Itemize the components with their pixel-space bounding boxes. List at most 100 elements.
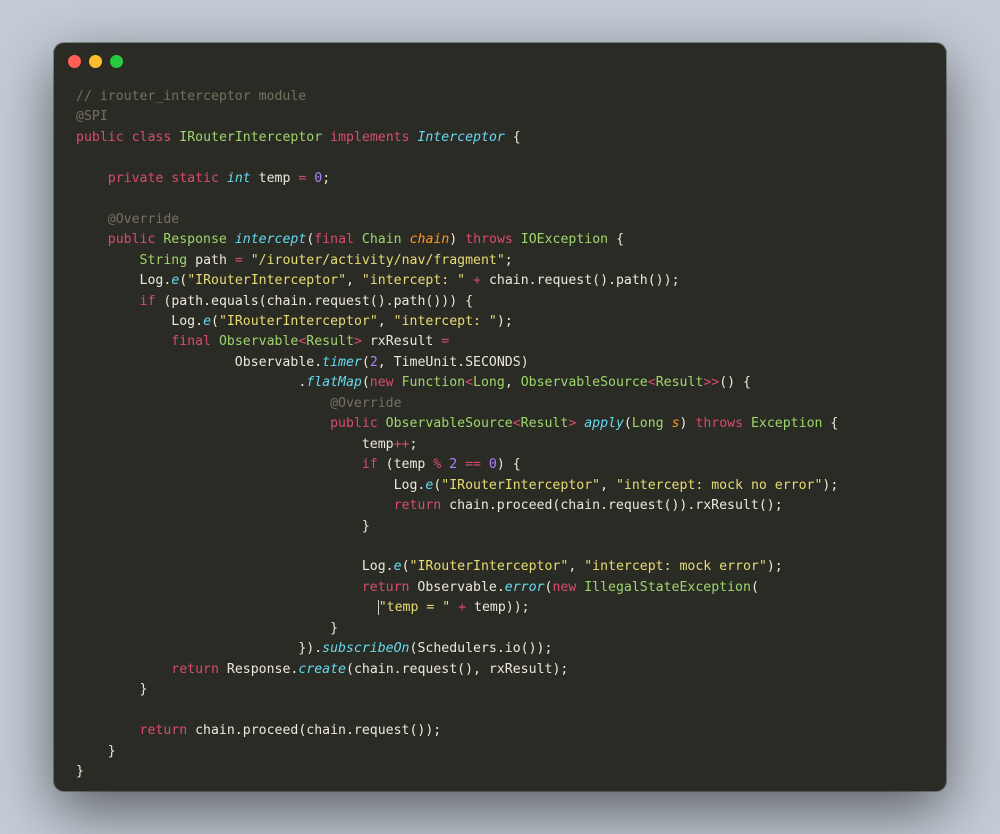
paren: ); [552, 662, 568, 677]
semi: ; [505, 253, 513, 268]
expr: chain.proceed(chain.request()); [187, 723, 441, 738]
paren: ( [362, 355, 370, 370]
brace: } [108, 744, 116, 759]
str: "/irouter/activity/nav/fragment" [251, 253, 505, 268]
str: "IRouterInterceptor" [187, 273, 346, 288]
indent [76, 273, 140, 288]
code-annotation: @SPI [76, 109, 108, 124]
fn: apply [576, 416, 624, 431]
comma: , [600, 478, 616, 493]
dot: . [386, 559, 394, 574]
obj: Log [171, 314, 195, 329]
brace: } [140, 682, 148, 697]
ptype: Chain [362, 232, 402, 247]
op: > [354, 334, 362, 349]
paren: ( [346, 662, 354, 677]
expr: temp [394, 457, 434, 472]
annot: @Override [108, 212, 179, 227]
brace: { [608, 232, 624, 247]
indent [76, 478, 394, 493]
dot: . [497, 580, 505, 595]
str: "IRouterInterceptor" [441, 478, 600, 493]
indent [76, 171, 108, 186]
iface: Interceptor [417, 130, 504, 145]
type: Observable [219, 334, 298, 349]
indent [76, 519, 362, 534]
brace: } [362, 519, 370, 534]
str: "temp = " [379, 600, 450, 615]
close-icon[interactable] [68, 55, 81, 68]
type: IOException [521, 232, 608, 247]
op: = [227, 253, 251, 268]
pname: chain [410, 232, 450, 247]
paren: ( [211, 314, 219, 329]
indent [76, 212, 108, 227]
op: = [433, 334, 449, 349]
kw: public [330, 416, 378, 431]
cls: Observable [417, 580, 496, 595]
kw: public [108, 232, 156, 247]
indent [76, 457, 362, 472]
code-area[interactable]: // irouter_interceptor module @SPI publi… [54, 79, 946, 791]
brace: } [330, 621, 338, 636]
annot: @Override [330, 396, 401, 411]
indent [76, 396, 330, 411]
indent [76, 437, 362, 452]
arg: TimeUnit.SECONDS [394, 355, 521, 370]
op: ++ [394, 437, 410, 452]
kw: return [140, 723, 188, 738]
kw: throws [687, 416, 743, 431]
str: "intercept: " [394, 314, 497, 329]
fn: timer [322, 355, 362, 370]
op: + [465, 273, 489, 288]
op: < [513, 416, 521, 431]
expr: chain.proceed(chain.request()).rxResult(… [441, 498, 782, 513]
op: < [648, 375, 656, 390]
minimize-icon[interactable] [89, 55, 102, 68]
type: String [140, 253, 188, 268]
comma: , [505, 375, 521, 390]
semi: ; [409, 437, 417, 452]
paren: ); [537, 641, 553, 656]
dot: . [195, 314, 203, 329]
paren: ) { [497, 457, 521, 472]
brace: { [505, 130, 521, 145]
num: 2 [370, 355, 378, 370]
kw: public [76, 130, 124, 145]
type: IllegalStateException [576, 580, 751, 595]
comma: , [378, 355, 394, 370]
expr: path.equals(chain.request().path()) [171, 294, 449, 309]
kw: return [394, 498, 442, 513]
ident: temp [362, 437, 394, 452]
indent [76, 682, 140, 697]
type: Long [632, 416, 664, 431]
dot: . [314, 355, 322, 370]
fn: intercept [235, 232, 306, 247]
window-titlebar [54, 43, 946, 79]
paren: }). [298, 641, 322, 656]
ident: temp [259, 171, 291, 186]
indent [76, 314, 171, 329]
paren: ); [822, 478, 838, 493]
indent [76, 253, 140, 268]
indent [76, 355, 235, 370]
str: "intercept: mock error" [584, 559, 767, 574]
kw: if [362, 457, 378, 472]
call: chain.request().path() [489, 273, 664, 288]
kw: new [552, 580, 576, 595]
cls: Observable [235, 355, 314, 370]
paren: ) { [449, 294, 473, 309]
paren: ); [497, 314, 513, 329]
obj: Log [394, 478, 418, 493]
type: Result [656, 375, 704, 390]
kw: final [171, 334, 211, 349]
sp [219, 662, 227, 677]
indent [76, 580, 362, 595]
editor-window: // irouter_interceptor module @SPI publi… [54, 43, 946, 791]
fn: e [203, 314, 211, 329]
ident: rxResult [362, 334, 433, 349]
indent [76, 375, 298, 390]
indent [76, 641, 298, 656]
zoom-icon[interactable] [110, 55, 123, 68]
fn: flatMap [306, 375, 362, 390]
